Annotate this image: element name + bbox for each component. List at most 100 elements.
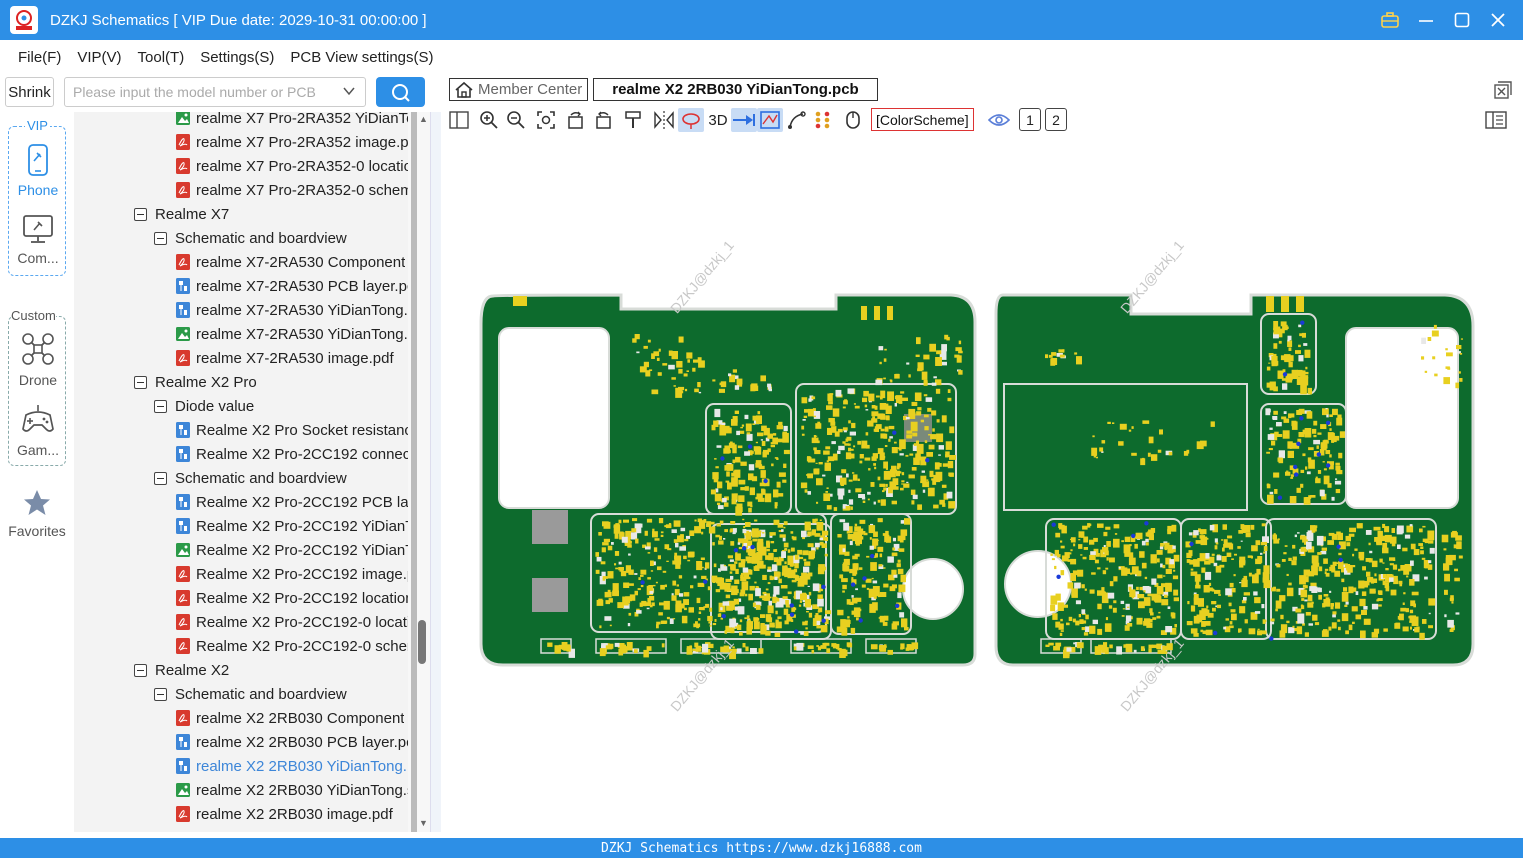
tree-file[interactable]: realme X7 Pro-2RA352 image.pdf [176, 130, 408, 154]
scroll-down-icon[interactable]: ▼ [419, 818, 428, 828]
tree-file[interactable]: realme X7-2RA530 YiDianTong.pcb [176, 298, 408, 322]
close-button[interactable] [1487, 9, 1509, 31]
tree-file[interactable]: realme X7-2RA530 image.pdf [176, 346, 394, 370]
tree-file[interactable]: realme X7-2RA530 PCB layer.pcb [176, 274, 408, 298]
collapse-toggle-icon[interactable] [154, 231, 167, 245]
image-file-icon [176, 327, 190, 341]
tree-file[interactable]: Realme X2 Pro-2CC192 YiDianTong.pcb [176, 514, 408, 538]
mouse-icon[interactable] [841, 108, 865, 132]
panel-splitter[interactable] [430, 112, 441, 832]
tree-file[interactable]: realme X7-2RA530 YiDianTong.s [176, 322, 408, 346]
pcb-file-icon [176, 422, 190, 438]
layer-1-button[interactable]: 1 [1019, 108, 1041, 131]
search-input[interactable] [64, 77, 366, 107]
tree-folder[interactable]: Schematic and boardview [154, 682, 347, 706]
collapse-toggle-icon[interactable] [154, 687, 167, 701]
pin-arrow-icon[interactable] [731, 108, 757, 132]
tree-file[interactable]: realme X2 2RB030 image.pdf [176, 802, 393, 826]
color-scheme-button[interactable]: [ColorScheme] [871, 108, 974, 131]
highlight-net-icon[interactable] [678, 108, 704, 132]
collapse-toggle-icon[interactable] [134, 663, 147, 677]
close-tab-icon[interactable] [1493, 80, 1513, 100]
tree-folder[interactable]: Realme X2 Pro [134, 370, 257, 394]
tree-folder[interactable]: Schematic and boardview [154, 466, 347, 490]
tree-folder[interactable]: Schematic and boardview [154, 226, 347, 250]
layer-2-button[interactable]: 2 [1045, 108, 1067, 131]
tree-file[interactable]: realme X7 Pro-2RA352-0 location.pdf [176, 154, 408, 178]
image-file-icon [176, 783, 190, 797]
maximize-button[interactable] [1451, 9, 1473, 31]
rail-item-label: Gam... [16, 442, 59, 458]
tree-file[interactable]: Realme X2 Pro-2CC192-0 schematic.pdf [176, 634, 408, 658]
tree-item-label: realme X7 Pro-2RA352 YiDianTong.s [196, 112, 408, 127]
tree-file[interactable]: Realme X2 Pro-2CC192 image.pdf [176, 562, 408, 586]
side-panel-icon[interactable] [1483, 108, 1509, 132]
pcb-file-icon [176, 494, 190, 510]
tree-file[interactable]: realme X2 2RB030 YiDianTong.pcb [176, 754, 408, 778]
tree-item-label: Diode value [175, 397, 255, 415]
3d-view-button[interactable]: 3D [706, 108, 730, 132]
shrink-button[interactable]: Shrink [5, 77, 54, 107]
tree-folder[interactable]: Realme X7 [134, 202, 229, 226]
tab-pcb-file[interactable]: realme X2 2RB030 YiDianTong.pcb [593, 78, 878, 101]
tree-file[interactable]: realme X2 2RB030 YiDianTong.s [176, 778, 408, 802]
chevron-down-icon[interactable] [342, 84, 356, 98]
tree-file[interactable]: Realme X2 Pro-2CC192 YiDianTong.s [176, 538, 408, 562]
mirror-icon[interactable] [652, 108, 676, 132]
split-view-icon[interactable] [447, 108, 471, 132]
tree-item-label: realme X2 2RB030 Component [196, 709, 405, 727]
pads-icon[interactable] [811, 108, 835, 132]
zoom-out-icon[interactable] [504, 108, 528, 132]
collapse-toggle-icon[interactable] [154, 471, 167, 485]
rail-item-computer[interactable]: Com... [9, 213, 67, 266]
tree-file[interactable]: realme X7 Pro-2RA352-0 schematic.pdf [176, 178, 408, 202]
rotate-left-icon[interactable] [564, 108, 588, 132]
vip-group-label: VIP [25, 118, 50, 133]
search-button[interactable] [376, 77, 425, 107]
tree-file[interactable]: realme X2 2RB030 Component [176, 706, 404, 730]
tree-item-label: Realme X7 [155, 205, 230, 223]
menu-vip[interactable]: VIP(V) [77, 49, 121, 66]
briefcase-icon[interactable] [1379, 9, 1401, 31]
rail-item-phone[interactable]: Phone [9, 143, 67, 198]
rail-item-drone[interactable]: Drone [9, 331, 67, 388]
menu-file[interactable]: File(F) [18, 49, 61, 66]
zoom-in-icon[interactable] [477, 108, 501, 132]
tree-file[interactable]: realme X2 2RB030 PCB layer.pcb [176, 730, 408, 754]
tab-member-center[interactable]: Member Center [449, 78, 588, 101]
custom-group-label: Custom [11, 308, 56, 323]
tree-scrollbar[interactable]: ▲ ▼ [408, 112, 430, 832]
menu-tool[interactable]: Tool(T) [138, 49, 185, 66]
pcb-canvas[interactable]: DZKJ@dzkj_1 DZKJ@dzkj_1 DZKJ@dzkj_1 DZKJ… [441, 134, 1523, 836]
scrollbar-thumb[interactable] [418, 620, 426, 664]
minimize-button[interactable] [1415, 9, 1437, 31]
tree-file[interactable]: Realme X2 Pro-2CC192 PCB layer.pcb [176, 490, 408, 514]
eye-icon[interactable] [987, 108, 1011, 132]
tree-file[interactable]: realme X7-2RA530 Component [176, 250, 405, 274]
rail-item-favorites[interactable]: Favorites [0, 488, 74, 539]
pcb-board-render[interactable] [441, 134, 1523, 836]
tree-folder[interactable]: Realme X2 [134, 658, 229, 682]
collapse-toggle-icon[interactable] [154, 399, 167, 413]
tree-file[interactable]: Realme X2 Pro-2CC192-0 location.pdf [176, 610, 408, 634]
rotate-right-icon[interactable] [591, 108, 615, 132]
category-rail: VIP Phone Com... Custom Drone Gam... Fav… [0, 112, 74, 834]
tree-file[interactable]: realme X7 Pro-2RA352 YiDianTong.s [176, 112, 408, 130]
tree-folder[interactable]: Diode value [154, 394, 254, 418]
tree-file[interactable]: Realme X2 Pro-2CC192 location.pdf [176, 586, 408, 610]
drone-icon [22, 333, 54, 365]
rail-item-game[interactable]: Gam... [9, 403, 67, 458]
collapse-toggle-icon[interactable] [134, 375, 147, 389]
collapse-toggle-icon[interactable] [134, 207, 147, 221]
board-view-icon[interactable] [757, 108, 783, 132]
rail-item-label: Favorites [8, 523, 66, 539]
menu-pcb-view-settings[interactable]: PCB View settings(S) [290, 49, 433, 66]
tree-file[interactable]: Realme X2 Pro-2CC192 connector [176, 442, 408, 466]
tree-file[interactable]: Realme X2 Pro Socket resistance [176, 418, 408, 442]
tree-item-label: realme X2 2RB030 PCB layer.pcb [196, 733, 408, 751]
menu-settings[interactable]: Settings(S) [200, 49, 274, 66]
probe-icon[interactable] [621, 108, 645, 132]
fit-view-icon[interactable] [534, 108, 558, 132]
trace-icon[interactable] [785, 108, 809, 132]
scroll-up-icon[interactable]: ▲ [419, 114, 428, 124]
